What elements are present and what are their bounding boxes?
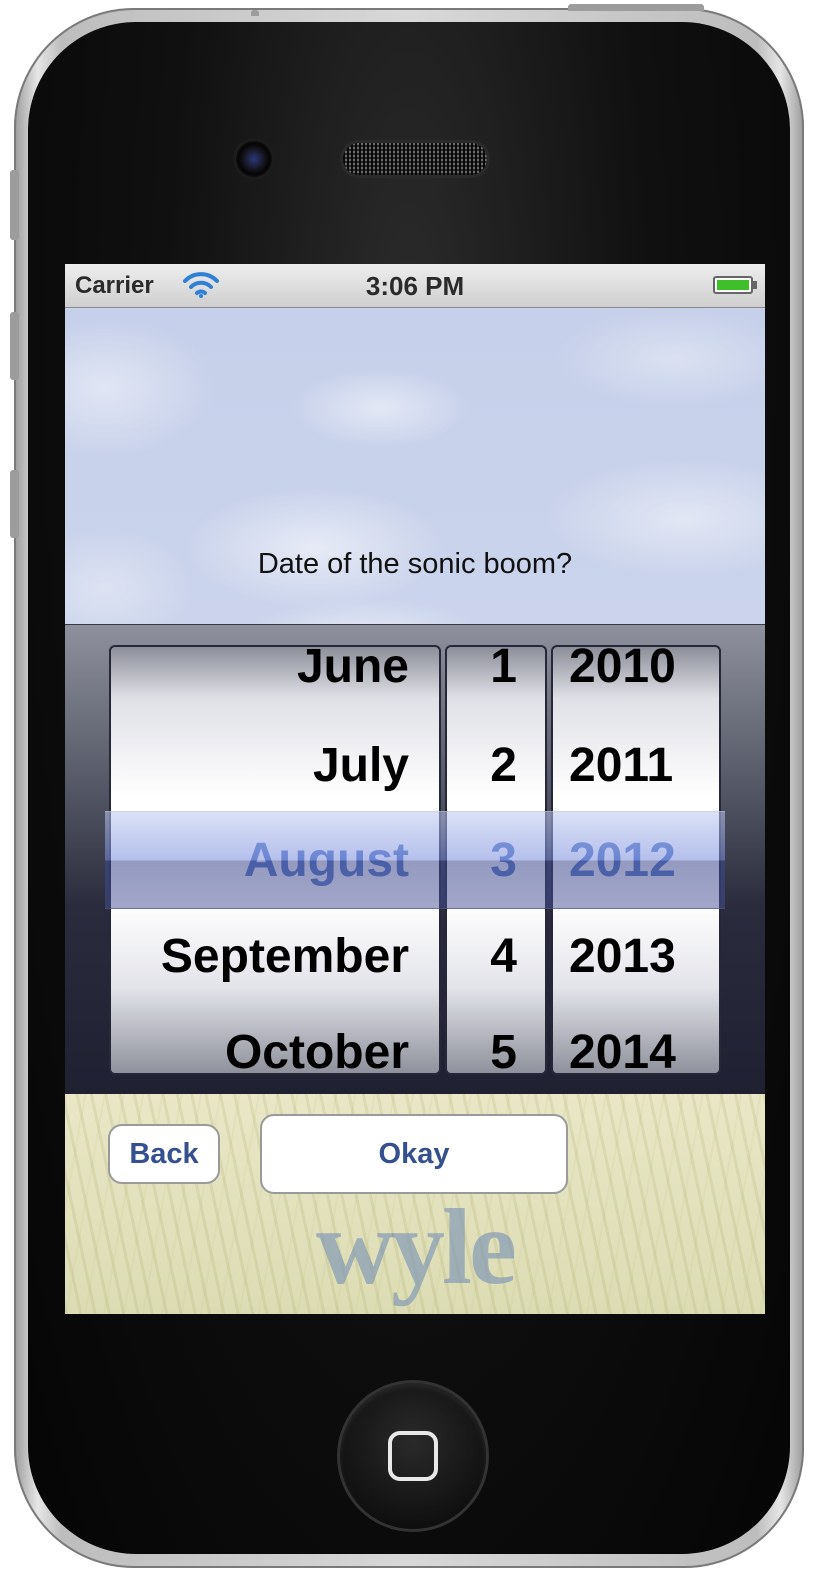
day-option[interactable]: 4 [447, 909, 545, 1005]
battery-icon [713, 276, 753, 294]
status-bar: Carrier 3:06 PM [65, 264, 765, 308]
sky-background: Date of the sonic boom? [65, 308, 765, 624]
year-option[interactable]: 2014 [553, 1005, 719, 1073]
status-time: 3:06 PM [365, 271, 465, 301]
date-picker[interactable]: June July August September October 1 2 3… [65, 624, 765, 1095]
back-button[interactable]: Back [108, 1124, 220, 1184]
month-wheel[interactable]: June July August September October [109, 645, 441, 1075]
day-option-selected[interactable]: 3 [447, 813, 545, 909]
year-option[interactable]: 2011 [553, 718, 719, 814]
year-wheel[interactable]: 2010 2011 2012 2013 2014 [551, 645, 721, 1075]
month-option[interactable]: September [161, 909, 409, 1005]
sleep-button [568, 4, 704, 11]
wyle-logo: wyle [316, 1188, 517, 1307]
day-wheel[interactable]: 1 2 3 4 5 [445, 645, 547, 1075]
front-camera-icon [236, 141, 272, 177]
battery-level [717, 280, 749, 290]
question-text: Date of the sonic boom? [257, 548, 573, 580]
volume-up-button [10, 312, 19, 380]
mute-switch [10, 170, 19, 240]
screen: Carrier 3:06 PM Date of the sonic boom? … [65, 264, 765, 1314]
year-option-selected[interactable]: 2012 [553, 813, 719, 909]
okay-button[interactable]: Okay [260, 1114, 568, 1194]
grass-background: Back Okay wyle [65, 1094, 765, 1314]
month-option-selected[interactable]: August [244, 813, 409, 909]
earpiece-speaker-icon [343, 143, 487, 175]
battery-tip [753, 281, 757, 289]
month-option[interactable]: July [313, 718, 409, 814]
day-option[interactable]: 1 [447, 647, 545, 715]
home-square-icon [388, 1431, 438, 1481]
year-option[interactable]: 2013 [553, 909, 719, 1005]
volume-down-button [10, 470, 19, 538]
month-option[interactable]: October [225, 1005, 409, 1073]
day-option[interactable]: 5 [447, 1005, 545, 1073]
month-option[interactable]: June [297, 647, 409, 715]
home-button-icon[interactable] [340, 1383, 486, 1529]
day-option[interactable]: 2 [447, 718, 545, 814]
sleep-button-left-edge [251, 10, 259, 16]
year-option[interactable]: 2010 [553, 647, 719, 715]
